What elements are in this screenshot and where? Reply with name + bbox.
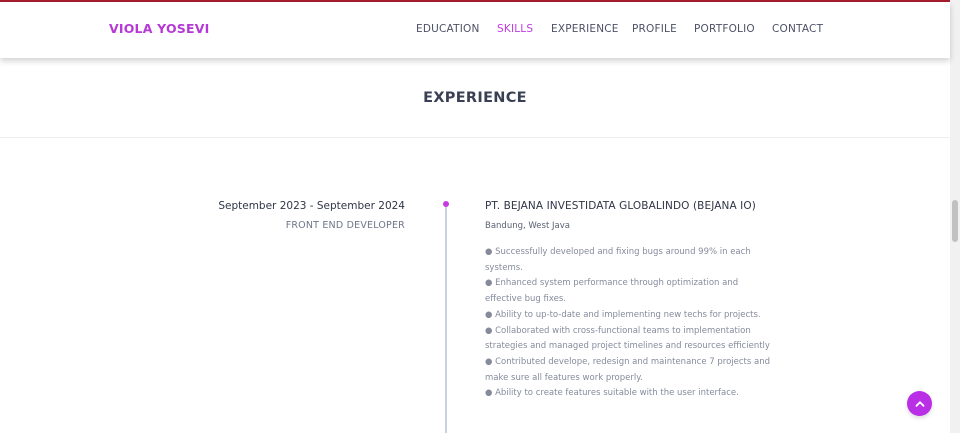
nav-item-skills[interactable]: SKILLS (497, 23, 533, 35)
back-to-top-button[interactable] (907, 391, 932, 416)
nav-item-contact[interactable]: CONTACT (772, 23, 823, 35)
nav-item-education[interactable]: EDUCATION (416, 23, 480, 35)
page-scrollbar[interactable] (950, 0, 960, 433)
experience-bullet: ● Ability to create features suitable wi… (485, 388, 739, 399)
nav-item-experience[interactable]: EXPERIENCE (551, 23, 619, 35)
page: VIOLA YOSEVI EDUCATION SKILLS EXPERIENCE… (0, 0, 960, 433)
section-title: EXPERIENCE (423, 90, 527, 106)
experience-bullet: ● Collaborated with cross-functional tea… (485, 325, 770, 352)
scrollbar-thumb[interactable] (952, 200, 958, 242)
experience-period: September 2023 - September 2024 (218, 200, 405, 212)
navbar: VIOLA YOSEVI EDUCATION SKILLS EXPERIENCE… (0, 2, 950, 58)
timeline-line (445, 207, 447, 433)
experience-role: FRONT END DEVELOPER (285, 220, 405, 231)
timeline-dot (443, 201, 449, 207)
experience-location: Bandung, West Java (485, 221, 570, 231)
experience-bullet: ● Ability to up-to-date and implementing… (485, 309, 761, 320)
main-nav: EDUCATION SKILLS EXPERIENCE PROFILE PORT… (0, 23, 950, 39)
experience-company: PT. BEJANA INVESTIDATA GLOBALINDO (BEJAN… (485, 200, 756, 212)
chevron-up-icon (915, 400, 924, 407)
experience-bullets: ● Successfully developed and fixing bugs… (485, 245, 775, 402)
nav-item-profile[interactable]: PROFILE (632, 23, 677, 35)
experience-bullet: ● Enhanced system performance through op… (485, 278, 739, 305)
nav-item-portfolio[interactable]: PORTFOLIO (694, 23, 755, 35)
section-divider (0, 137, 950, 138)
experience-bullet: ● Contributed develope, redesign and mai… (485, 356, 770, 383)
experience-bullet: ● Successfully developed and fixing bugs… (485, 247, 751, 273)
